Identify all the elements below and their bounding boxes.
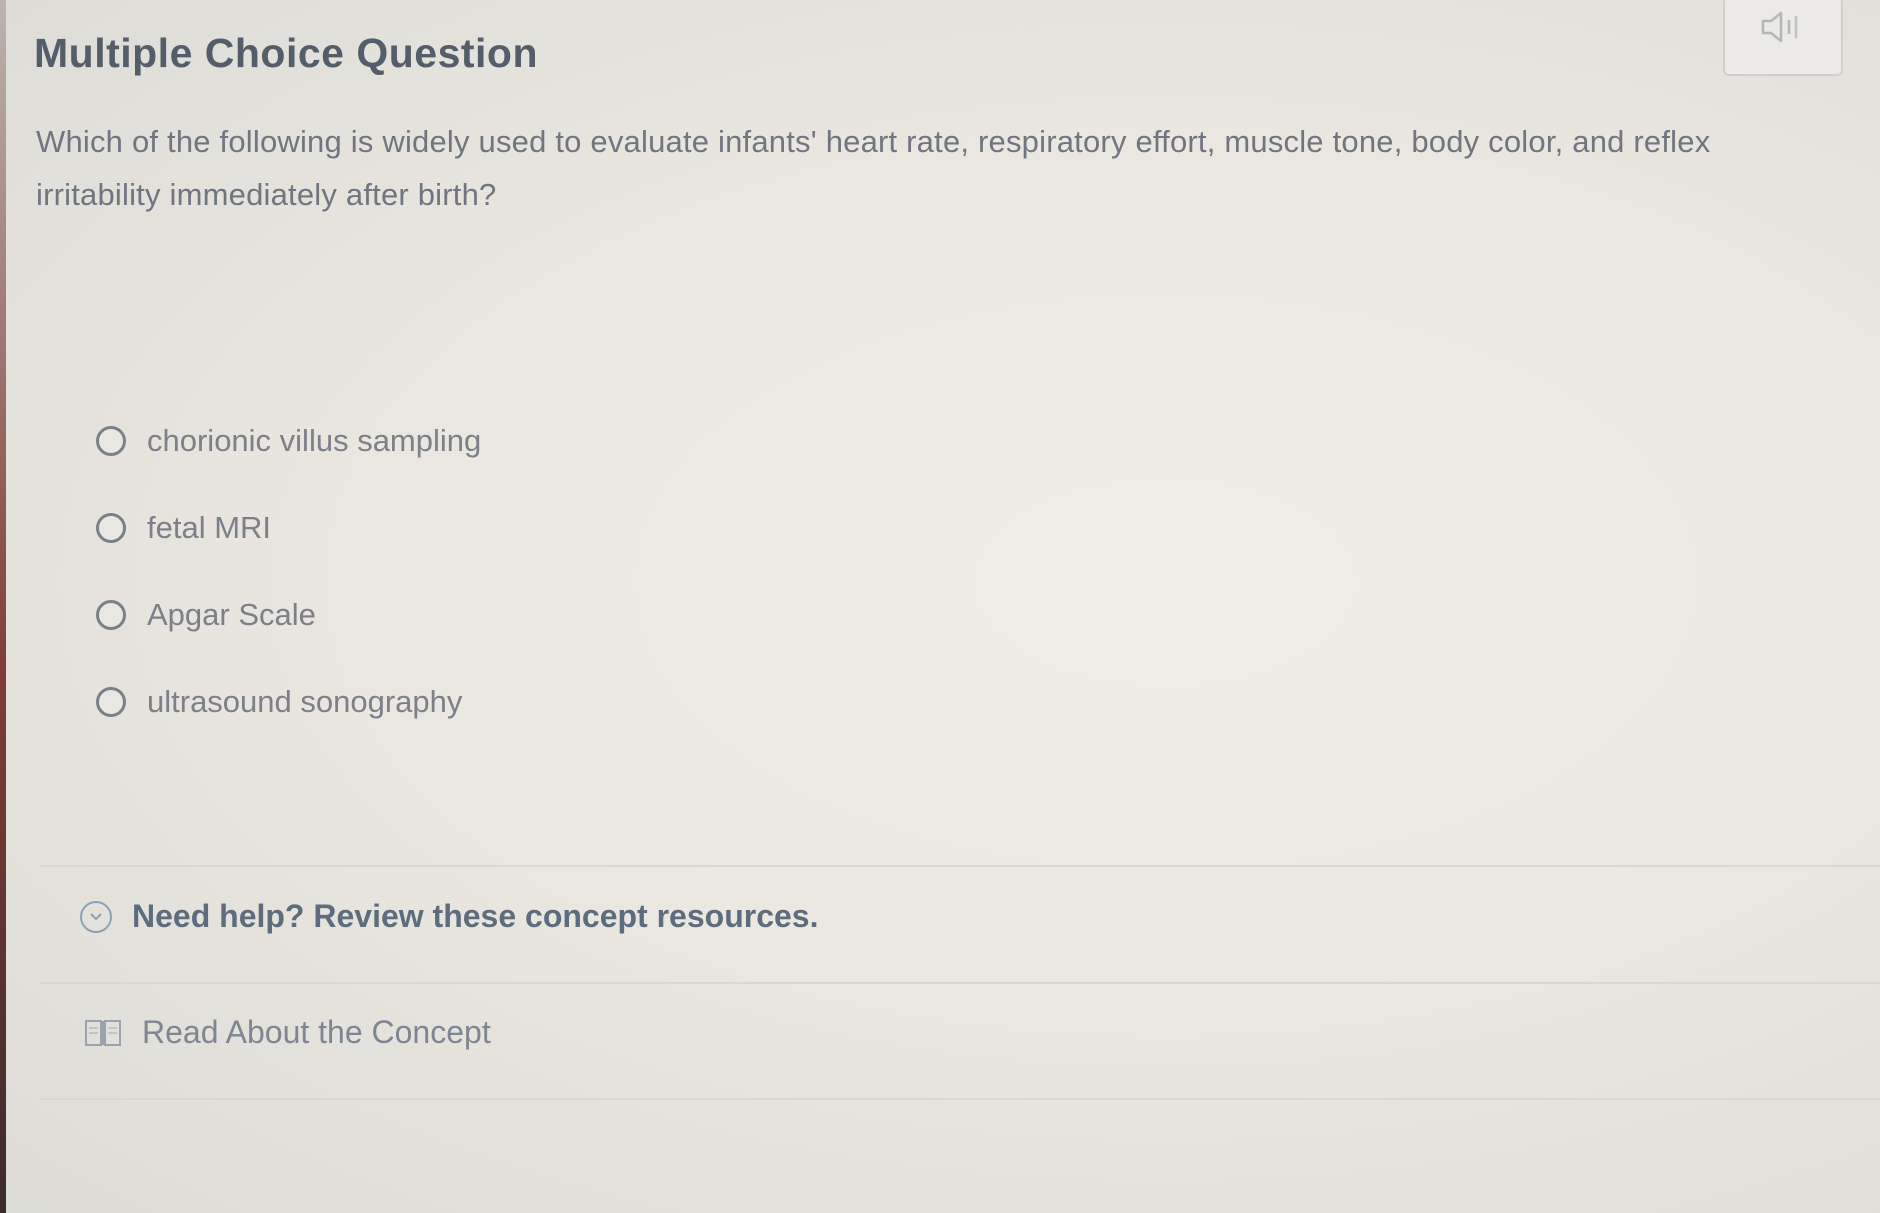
answer-choices: chorionic villus sampling fetal MRI Apga…: [96, 397, 481, 745]
divider: [40, 982, 1880, 984]
answer-choice-1[interactable]: chorionic villus sampling: [96, 397, 481, 484]
read-aloud-button[interactable]: [1723, 0, 1843, 76]
choice-label: ultrasound sonography: [147, 683, 463, 719]
answer-choice-2[interactable]: fetal MRI: [96, 484, 481, 571]
read-about-concept-link[interactable]: Read About the Concept: [84, 1014, 491, 1051]
divider: [40, 1098, 1880, 1100]
divider: [40, 865, 1880, 867]
chevron-down-icon: [80, 900, 112, 933]
question-prompt: Which of the following is widely used to…: [36, 124, 1711, 212]
choice-label: chorionic villus sampling: [147, 422, 482, 458]
answer-choice-4[interactable]: ultrasound sonography: [96, 658, 481, 745]
concept-resources-label: Need help? Review these concept resource…: [132, 898, 819, 934]
answer-choice-3[interactable]: Apgar Scale: [96, 571, 481, 658]
radio-button[interactable]: [96, 512, 126, 543]
read-about-concept-label: Read About the Concept: [142, 1014, 491, 1050]
concept-resources-toggle[interactable]: Need help? Review these concept resource…: [80, 898, 818, 935]
radio-button[interactable]: [96, 686, 126, 717]
question-title: Multiple Choice Question: [34, 30, 539, 76]
speaker-icon: [1761, 11, 1798, 43]
radio-button[interactable]: [96, 599, 126, 630]
choice-label: fetal MRI: [147, 509, 272, 545]
radio-button[interactable]: [96, 425, 126, 456]
book-icon: [85, 1019, 121, 1046]
window-edge: [0, 0, 6, 1213]
choice-label: Apgar Scale: [147, 596, 316, 632]
